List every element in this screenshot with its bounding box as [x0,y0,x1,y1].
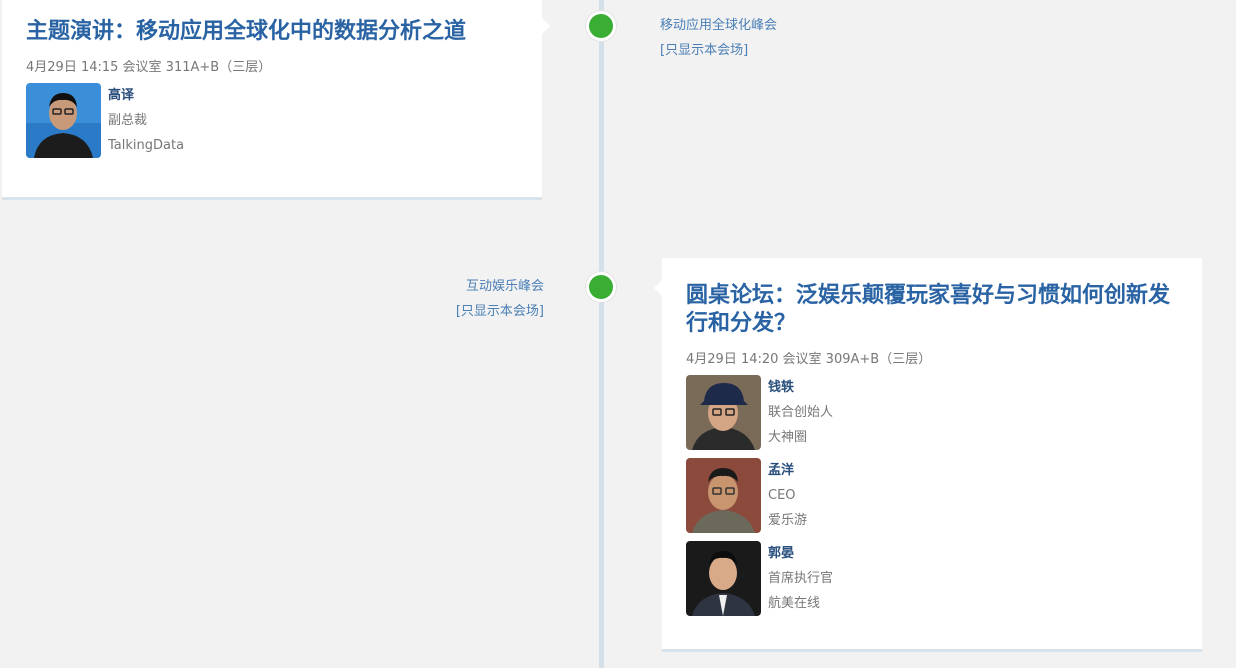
timeline-dot [586,11,616,41]
venue-block: 移动应用全球化峰会 [只显示本会场] [660,13,777,63]
speaker-org: 航美在线 [768,596,821,611]
session-meta: 4月29日 14:15 会议室 311A+B（三层） [26,60,272,75]
speaker-title: 副总裁 [108,113,148,128]
speaker-name[interactable]: 郭晏 [768,541,833,566]
session-card: 圆桌论坛：泛娱乐颠覆玩家喜好与习惯如何创新发行和分发？ 4月29日 14:20 … [654,258,1202,652]
speaker-org: 爱乐游 [768,513,808,528]
speaker-org: TalkingData [108,138,185,153]
speaker: 高译 副总裁 TalkingData [26,83,518,158]
speaker-avatar[interactable] [686,458,761,533]
venue-filter-link[interactable]: [只显示本会场] [660,38,777,63]
speaker-title: CEO [768,488,796,503]
speaker-info: 高译 副总裁 TalkingData [108,83,184,158]
venue-block: 互动娱乐峰会 [只显示本会场] [456,274,544,324]
session-title[interactable]: 圆桌论坛：泛娱乐颠覆玩家喜好与习惯如何创新发行和分发？ [686,282,1178,338]
speaker-title: 首席执行官 [768,571,834,586]
speaker-info: 郭晏 首席执行官 航美在线 [768,541,833,616]
speaker-title: 联合创始人 [768,405,834,420]
speaker-avatar[interactable] [686,541,761,616]
session-meta: 4月29日 14:20 会议室 309A+B（三层） [686,352,932,367]
speaker-avatar[interactable] [686,375,761,450]
speaker: 钱轶 联合创始人 大神圈 [686,375,1178,450]
venue-name[interactable]: 互动娱乐峰会 [456,274,544,299]
venue-name[interactable]: 移动应用全球化峰会 [660,13,777,38]
speaker: 郭晏 首席执行官 航美在线 [686,541,1178,616]
speaker-avatar[interactable] [26,83,101,158]
timeline-line [599,0,604,668]
timeline-dot [586,272,616,302]
card-pointer [654,280,662,296]
speaker-name[interactable]: 孟洋 [768,458,807,483]
card-pointer [542,18,550,34]
speaker-info: 孟洋 CEO 爱乐游 [768,458,807,533]
speaker-name[interactable]: 钱轶 [768,375,833,400]
session-card: 主题演讲：移动应用全球化中的数据分析之道 4月29日 14:15 会议室 311… [2,0,550,200]
speaker-org: 大神圈 [768,430,808,445]
speaker: 孟洋 CEO 爱乐游 [686,458,1178,533]
speaker-info: 钱轶 联合创始人 大神圈 [768,375,833,450]
session-title[interactable]: 主题演讲：移动应用全球化中的数据分析之道 [26,18,518,46]
venue-filter-link[interactable]: [只显示本会场] [456,299,544,324]
speaker-name[interactable]: 高译 [108,83,184,108]
